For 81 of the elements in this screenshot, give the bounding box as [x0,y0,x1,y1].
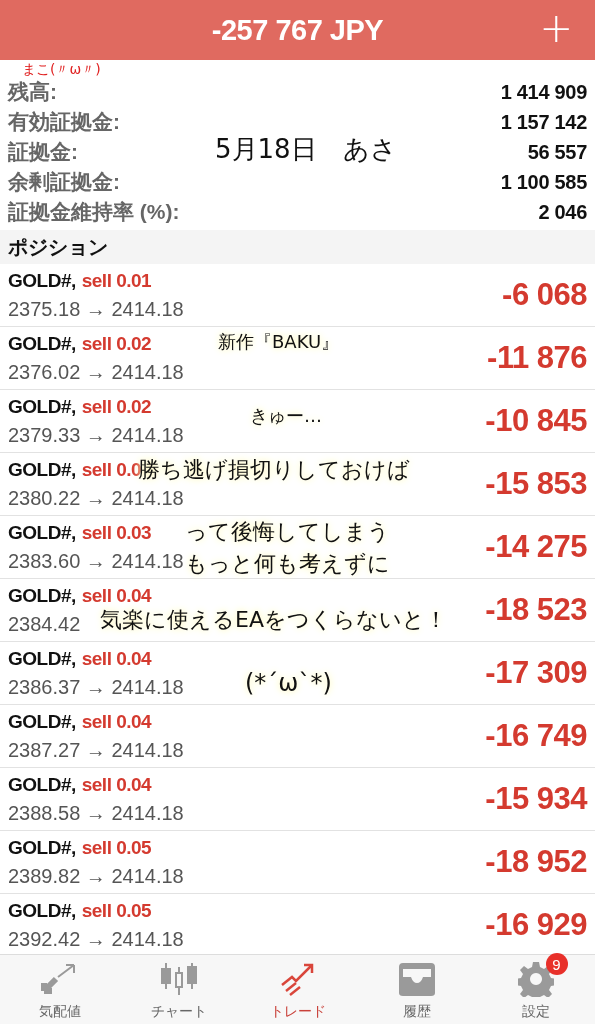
tab-button[interactable]: 履歴 [357,955,476,1024]
tab-label: トレード [269,1003,326,1021]
handwritten-note: もっと何も考えずに [185,551,390,577]
tab-button[interactable]: トレード [238,955,357,1024]
position-row[interactable]: GOLD#, sell 0.05 2389.82 → 2414.18 -18 952 [0,831,595,894]
tab-button[interactable]: 9 設定 [476,955,595,1024]
price-label: 2384.42 [8,612,81,636]
symbol-label: GOLD#, [8,773,76,796]
account-value: 2 046 [538,200,587,224]
profit-value: -16 749 [485,718,587,754]
price-label: 2392.42 → 2414.18 [8,927,184,951]
tab-label: 設定 [521,1003,550,1021]
symbol-label: GOLD#, [8,395,76,418]
account-value: 1 157 142 [500,110,587,134]
account-value: 1 100 585 [500,170,587,194]
account-label: 証拠金: [8,139,78,165]
profit-value: -10 845 [485,403,587,439]
tab-label: 履歴 [402,1003,431,1021]
order-label: sell 0.04 [81,647,152,670]
tab-label: チャート [150,1003,207,1021]
order-label: sell 0.05 [81,899,152,922]
account-label: 証拠金維持率 (%): [8,199,180,225]
order-label: sell 0.01 [81,269,152,292]
handwritten-note: 気楽に使えるEAをつくらないと！ [100,607,447,633]
account-label: 残高: [8,79,57,105]
symbol-label: GOLD#, [8,458,76,481]
profit-value: -16 929 [485,907,587,943]
order-label: sell 0.02 [81,332,152,355]
balance-title: -257 767 JPY [211,13,384,47]
price-label: 2386.37 → 2414.18 [8,675,184,699]
order-label: sell 0.04 [81,710,152,733]
symbol-label: GOLD#, [8,647,76,670]
profit-value: -11 876 [487,340,587,376]
price-label: 2379.33 → 2414.18 [8,423,184,447]
symbol-label: GOLD#, [8,332,76,355]
price-label: 2376.02 → 2414.18 [8,360,184,384]
symbol-label: GOLD#, [8,269,76,292]
price-label: 2383.60 → 2414.18 [8,549,184,573]
inbox-icon [396,961,437,997]
order-label: sell 0.03 [81,521,152,544]
handwritten-note: きゅー… [250,406,322,427]
account-value: 1 414 909 [500,80,587,104]
handwritten-note: まこ(〃ω〃) [22,61,101,78]
tab-label: 気配値 [38,1003,81,1021]
price-label: 2389.82 → 2414.18 [8,864,184,888]
handwritten-note: 5月18日 あさ [215,135,397,165]
symbol-label: GOLD#, [8,710,76,733]
position-row[interactable]: GOLD#, sell 0.04 2388.58 → 2414.18 -15 934 [0,768,595,831]
handwritten-note: 新作『BAKU』 [218,332,340,353]
account-value: 56 557 [527,140,587,164]
profit-value: -18 523 [485,592,587,628]
tab-button[interactable]: チャート [119,955,238,1024]
position-row[interactable]: GOLD#, sell 0.04 2387.27 → 2414.18 -16 749 [0,705,595,768]
order-label: sell 0.04 [81,773,152,796]
account-label: 余剰証拠金: [8,169,120,195]
candlestick-icon [158,961,199,997]
profit-value: -15 934 [485,781,587,817]
profit-value: -14 275 [485,529,587,565]
price-label: 2388.58 → 2414.18 [8,801,184,825]
account-label: 有効証拠金: [8,109,120,135]
price-label: 2387.27 → 2414.18 [8,738,184,762]
profit-value: -17 309 [485,655,587,691]
handwritten-note: って後悔してしまう [185,519,390,545]
profit-value: -15 853 [485,466,587,502]
symbol-label: GOLD#, [8,899,76,922]
profit-value: -18 952 [485,844,587,880]
symbol-label: GOLD#, [8,521,76,544]
position-row[interactable]: GOLD#, sell 0.01 2375.18 → 2414.18 -6 068 [0,264,595,327]
order-label: sell 0.05 [81,836,152,859]
price-label: 2380.22 → 2414.18 [8,486,184,510]
tab-button[interactable]: 気配値 [0,955,119,1024]
symbol-label: GOLD#, [8,584,76,607]
section-title: ポジション [8,234,108,260]
order-label: sell 0.02 [81,395,152,418]
settings-icon [517,961,554,997]
symbol-label: GOLD#, [8,836,76,859]
profit-value: -6 068 [502,277,587,313]
notification-badge: 9 [545,953,568,975]
order-label: sell 0.04 [81,584,152,607]
price-label: 2375.18 → 2414.18 [8,297,184,321]
handwritten-note: (*´ω`*) [245,670,332,698]
